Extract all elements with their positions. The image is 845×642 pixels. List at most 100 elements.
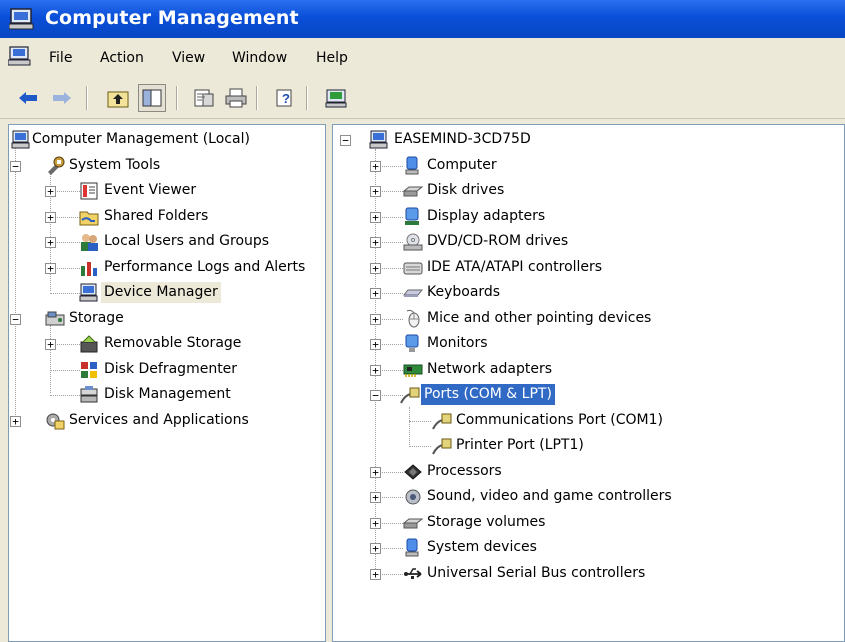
expand-toggle[interactable]: + [370, 314, 381, 325]
storage-volume-icon [402, 513, 424, 533]
tree-label: Ports (COM & LPT) [421, 384, 555, 405]
tree-label: Universal Serial Bus controllers [427, 565, 646, 581]
expand-toggle[interactable]: + [370, 288, 381, 299]
expand-toggle[interactable]: + [370, 365, 381, 376]
title-bar[interactable]: Computer Management [0, 0, 845, 38]
shared-folder-icon [79, 207, 99, 227]
tree-label: Network adapters [427, 361, 552, 377]
menu-window[interactable]: Window [232, 50, 287, 66]
tree-label: System Tools [69, 157, 161, 173]
tree-label: Processors [427, 463, 502, 479]
tree-label: Mice and other pointing devices [427, 310, 652, 326]
device-tree-pane[interactable]: − EASEMIND-3CD75D + Computer + Disk driv… [332, 124, 845, 642]
expand-toggle[interactable]: + [10, 416, 21, 427]
help-icon[interactable]: ? [272, 84, 300, 112]
tree-connector [409, 421, 431, 422]
tree-connector [409, 407, 410, 447]
tree-label: Storage [69, 310, 124, 326]
expand-toggle[interactable]: + [370, 569, 381, 580]
port-icon [431, 411, 452, 431]
expand-toggle[interactable]: + [45, 186, 56, 197]
tree-connector [50, 293, 80, 294]
menu-view[interactable]: View [172, 50, 205, 66]
event-viewer-icon [79, 181, 99, 201]
tree-label: Disk Management [104, 386, 231, 402]
port-icon [431, 436, 452, 456]
toolbar-separator [86, 86, 88, 110]
expand-toggle[interactable]: + [370, 212, 381, 223]
mouse-icon [403, 309, 423, 329]
tree-label: Event Viewer [104, 182, 197, 198]
users-icon [79, 232, 99, 252]
tree-connector [15, 147, 16, 419]
system-tools-icon [45, 156, 65, 176]
tree-label: Display adapters [427, 208, 546, 224]
menu-file[interactable]: File [49, 50, 72, 66]
up-folder-icon[interactable] [104, 84, 132, 112]
tree-label: Sound, video and game controllers [427, 488, 672, 504]
expand-toggle[interactable]: + [370, 186, 381, 197]
tree-connector [50, 325, 51, 393]
system-menu-icon[interactable] [7, 46, 32, 70]
disk-drive-icon [402, 181, 424, 201]
keyboard-icon [402, 283, 424, 303]
tree-connector [50, 370, 80, 371]
computer-icon [403, 156, 423, 176]
tree-label: IDE ATA/ATAPI controllers [427, 259, 603, 275]
collapse-toggle[interactable]: − [370, 390, 381, 401]
tree-label: Services and Applications [69, 412, 249, 428]
collapse-toggle[interactable]: − [340, 135, 351, 146]
dvd-drive-icon [403, 232, 423, 252]
system-device-icon [403, 538, 423, 558]
display-adapter-icon [403, 207, 423, 227]
tree-label: Keyboards [427, 284, 501, 300]
forward-arrow-icon[interactable] [48, 84, 76, 112]
ide-controller-icon [403, 258, 423, 278]
expand-toggle[interactable]: + [370, 339, 381, 350]
expand-toggle[interactable]: + [45, 263, 56, 274]
toolbar: ? [0, 78, 845, 119]
menu-action[interactable]: Action [100, 50, 144, 66]
tree-label: Communications Port (COM1) [456, 412, 663, 428]
collapse-toggle[interactable]: − [10, 161, 21, 172]
disk-defragmenter-icon [79, 360, 99, 380]
tree-label: Local Users and Groups [104, 233, 270, 249]
tree-label: Monitors [427, 335, 488, 351]
expand-toggle[interactable]: + [370, 492, 381, 503]
collapse-toggle[interactable]: − [10, 314, 21, 325]
show-hide-tree-icon[interactable] [138, 84, 166, 112]
port-icon [399, 385, 420, 405]
expand-toggle[interactable]: + [45, 339, 56, 350]
menu-bar: File Action View Window Help [0, 38, 845, 78]
menu-help[interactable]: Help [316, 50, 348, 66]
expand-toggle[interactable]: + [45, 237, 56, 248]
expand-toggle[interactable]: + [370, 237, 381, 248]
performance-logs-icon [79, 258, 99, 278]
toolbar-separator [176, 86, 178, 110]
expand-toggle[interactable]: + [370, 543, 381, 554]
computer-management-icon [11, 130, 31, 150]
tree-label: Performance Logs and Alerts [104, 259, 306, 275]
expand-toggle[interactable]: + [370, 161, 381, 172]
print-icon[interactable] [222, 84, 250, 112]
expand-toggle[interactable]: + [370, 263, 381, 274]
back-arrow-icon[interactable] [14, 84, 42, 112]
toolbar-separator [306, 86, 308, 110]
network-adapter-icon [403, 360, 423, 380]
expand-toggle[interactable]: + [370, 467, 381, 478]
tree-connector [50, 395, 80, 396]
computer-icon [369, 130, 389, 150]
processor-icon [403, 462, 423, 482]
device-manager-icon[interactable] [322, 84, 350, 112]
console-tree-pane[interactable]: Computer Management (Local) − System Too… [8, 124, 326, 642]
sound-icon [403, 487, 423, 507]
device-manager-icon [79, 283, 99, 303]
svg-text:?: ? [282, 91, 290, 106]
properties-icon[interactable] [190, 84, 218, 112]
tree-label: Storage volumes [427, 514, 546, 530]
tree-connector [409, 446, 431, 447]
expand-toggle[interactable]: + [45, 212, 56, 223]
services-icon [45, 411, 65, 431]
expand-toggle[interactable]: + [370, 518, 381, 529]
monitor-icon [403, 334, 423, 354]
